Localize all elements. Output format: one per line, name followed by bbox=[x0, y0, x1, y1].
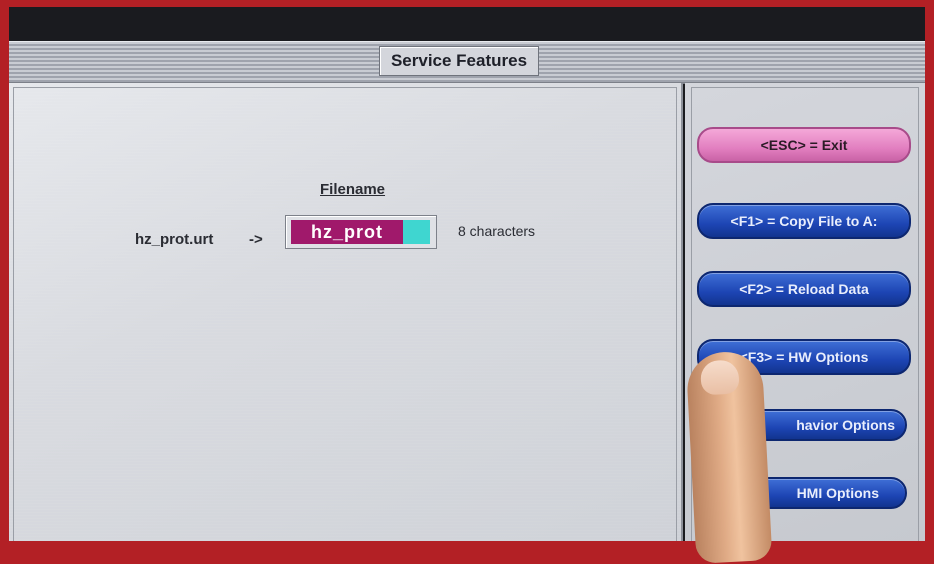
source-file-label: hz_prot.urt bbox=[135, 231, 214, 248]
arrow-label: -> bbox=[249, 231, 263, 248]
fingernail bbox=[699, 359, 740, 396]
filename-heading: Filename bbox=[320, 181, 386, 198]
exit-button[interactable]: <ESC> = Exit bbox=[697, 127, 911, 163]
filename-input[interactable]: hz_prot bbox=[285, 215, 437, 249]
finger bbox=[685, 350, 773, 564]
title-bar: Service Features bbox=[9, 41, 925, 84]
window-title: Service Features bbox=[379, 46, 539, 76]
text-cursor bbox=[403, 220, 430, 244]
main-panel: Filename hz_prot.urt -> hz_prot 8 charac… bbox=[9, 83, 683, 541]
main-panel-frame bbox=[13, 87, 677, 541]
reload-data-button[interactable]: <F2> = Reload Data bbox=[697, 271, 911, 307]
copy-file-button[interactable]: <F1> = Copy File to A: bbox=[697, 203, 911, 239]
screen: Service Features Filename hz_prot.urt ->… bbox=[9, 7, 925, 541]
filename-value: hz_prot bbox=[291, 220, 403, 244]
char-count: 8 characters bbox=[458, 223, 536, 239]
